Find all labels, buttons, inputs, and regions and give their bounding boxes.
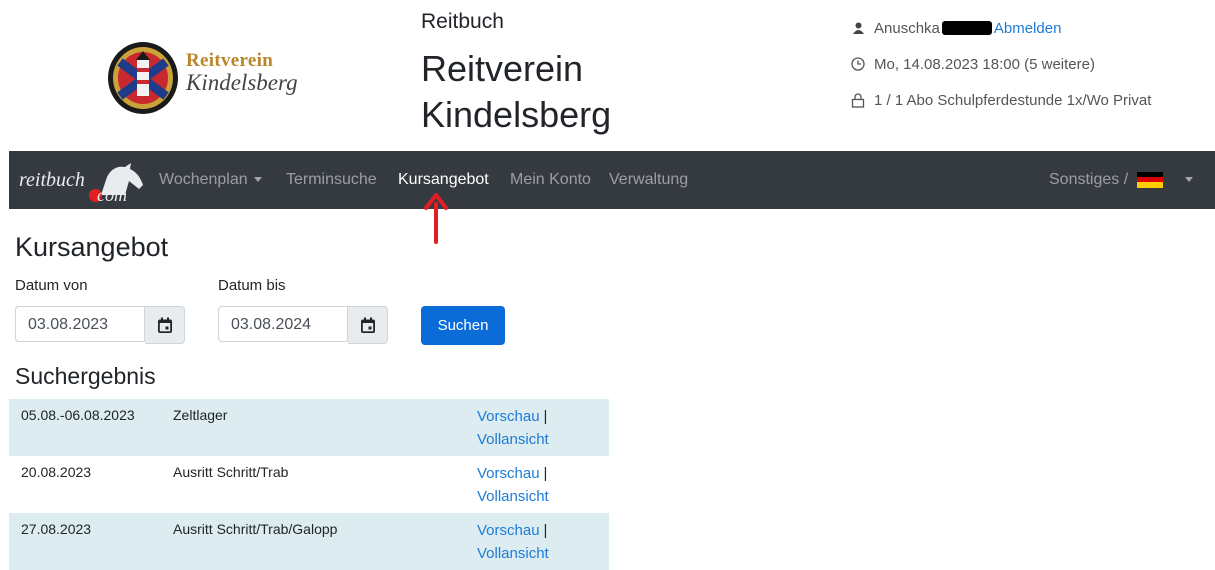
preview-link[interactable]: Vorschau bbox=[477, 522, 540, 539]
result-date: 05.08.-06.08.2023 bbox=[9, 399, 161, 456]
nav-item-wochenplan[interactable]: Wochenplan bbox=[159, 171, 262, 189]
link-separator: | bbox=[543, 408, 548, 425]
full-view-link[interactable]: Vollansicht bbox=[477, 431, 549, 448]
nav-item-terminsuche[interactable]: Terminsuche bbox=[286, 171, 377, 189]
preview-link[interactable]: Vorschau bbox=[477, 465, 540, 482]
brand-text-reitbuch: reitbuch bbox=[19, 169, 85, 191]
result-title: Zeltlager bbox=[161, 399, 461, 456]
date-to-calendar-button[interactable] bbox=[348, 306, 388, 344]
german-flag-icon bbox=[1136, 171, 1163, 188]
user-name: Anuschka bbox=[874, 19, 940, 37]
club-crest-icon bbox=[108, 42, 178, 114]
date-to-label: Datum bis bbox=[218, 277, 286, 294]
full-view-link[interactable]: Vollansicht bbox=[477, 545, 549, 562]
result-title: Ausritt Schritt/Trab bbox=[173, 464, 289, 480]
club-title: Reitverein Kindelsberg bbox=[421, 48, 612, 135]
next-appointment-text[interactable]: Mo, 14.08.2023 18:00 (5 weitere) bbox=[874, 56, 1095, 73]
nav-item-label: Wochenplan bbox=[159, 171, 248, 188]
page-title: Kursangebot bbox=[15, 232, 169, 262]
nav-item-verwaltung[interactable]: Verwaltung bbox=[609, 171, 688, 189]
calendar-icon bbox=[360, 317, 375, 333]
brand-text-com: com bbox=[97, 185, 127, 205]
date-from-label: Datum von bbox=[15, 277, 88, 294]
main-navbar: reitbuch com Wochenplan Terminsuche Kurs… bbox=[9, 151, 1215, 209]
table-row: 05.08.-06.08.2023 Zeltlager Vorschau | V… bbox=[9, 399, 609, 456]
caret-down-icon bbox=[253, 177, 262, 183]
result-actions: Vorschau | Vollansicht bbox=[461, 513, 609, 570]
result-date: 27.08.2023 bbox=[9, 513, 161, 570]
date-to-field: 03.08.2024 bbox=[218, 306, 388, 344]
subscription-text: 1 / 1 Abo Schulpferdestunde 1x/Wo Privat bbox=[874, 91, 1152, 109]
caret-down-icon bbox=[1185, 177, 1194, 183]
logo-text-line2: Kindelsberg bbox=[186, 70, 298, 95]
logout-link[interactable]: Abmelden bbox=[994, 20, 1062, 37]
clock-icon bbox=[850, 56, 866, 72]
nav-item-kursangebot[interactable]: Kursangebot bbox=[398, 171, 489, 189]
full-view-link[interactable]: Vollansicht bbox=[477, 488, 549, 505]
nav-item-sonstiges[interactable]: Sonstiges / bbox=[1049, 171, 1194, 189]
lock-icon bbox=[850, 92, 866, 108]
club-logo[interactable]: Reitverein Kindelsberg bbox=[106, 40, 306, 120]
redacted-block bbox=[941, 21, 992, 35]
user-icon bbox=[850, 20, 866, 36]
date-to-input[interactable]: 03.08.2024 bbox=[218, 306, 348, 342]
result-actions: Vorschau | Vollansicht bbox=[461, 399, 609, 456]
date-from-field: 03.08.2023 bbox=[15, 306, 185, 344]
result-title: Ausritt Schritt/Trab/Galopp bbox=[161, 513, 461, 570]
date-from-input[interactable]: 03.08.2023 bbox=[15, 306, 145, 342]
nav-item-label: Sonstiges / bbox=[1049, 171, 1129, 188]
table-row: 27.08.2023 Ausritt Schritt/Trab/Galopp V… bbox=[9, 513, 609, 570]
link-separator: | bbox=[543, 522, 548, 539]
app-title: Reitbuch bbox=[421, 10, 504, 33]
results-table: 05.08.-06.08.2023 Zeltlager Vorschau | V… bbox=[9, 399, 609, 570]
results-title: Suchergebnis bbox=[15, 363, 156, 389]
reitbuch-brand-logo[interactable]: reitbuch com bbox=[19, 163, 144, 205]
search-button[interactable]: Suchen bbox=[421, 306, 505, 345]
calendar-icon bbox=[157, 317, 172, 333]
result-date: 20.08.2023 bbox=[21, 464, 92, 480]
result-actions: Vorschau | Vollansicht bbox=[461, 456, 609, 513]
logo-text-line1: Reitverein bbox=[186, 50, 274, 71]
link-separator: | bbox=[543, 465, 548, 482]
preview-link[interactable]: Vorschau bbox=[477, 408, 540, 425]
red-arrow-icon bbox=[424, 193, 448, 244]
date-from-calendar-button[interactable] bbox=[145, 306, 185, 344]
user-info-panel: Anuschka Abmelden Mo, 14.08.2023 18:00 (… bbox=[850, 18, 1151, 126]
table-row: 20.08.2023 Ausritt Schritt/Trab Vorschau… bbox=[9, 456, 609, 513]
nav-item-mein-konto[interactable]: Mein Konto bbox=[510, 171, 591, 189]
